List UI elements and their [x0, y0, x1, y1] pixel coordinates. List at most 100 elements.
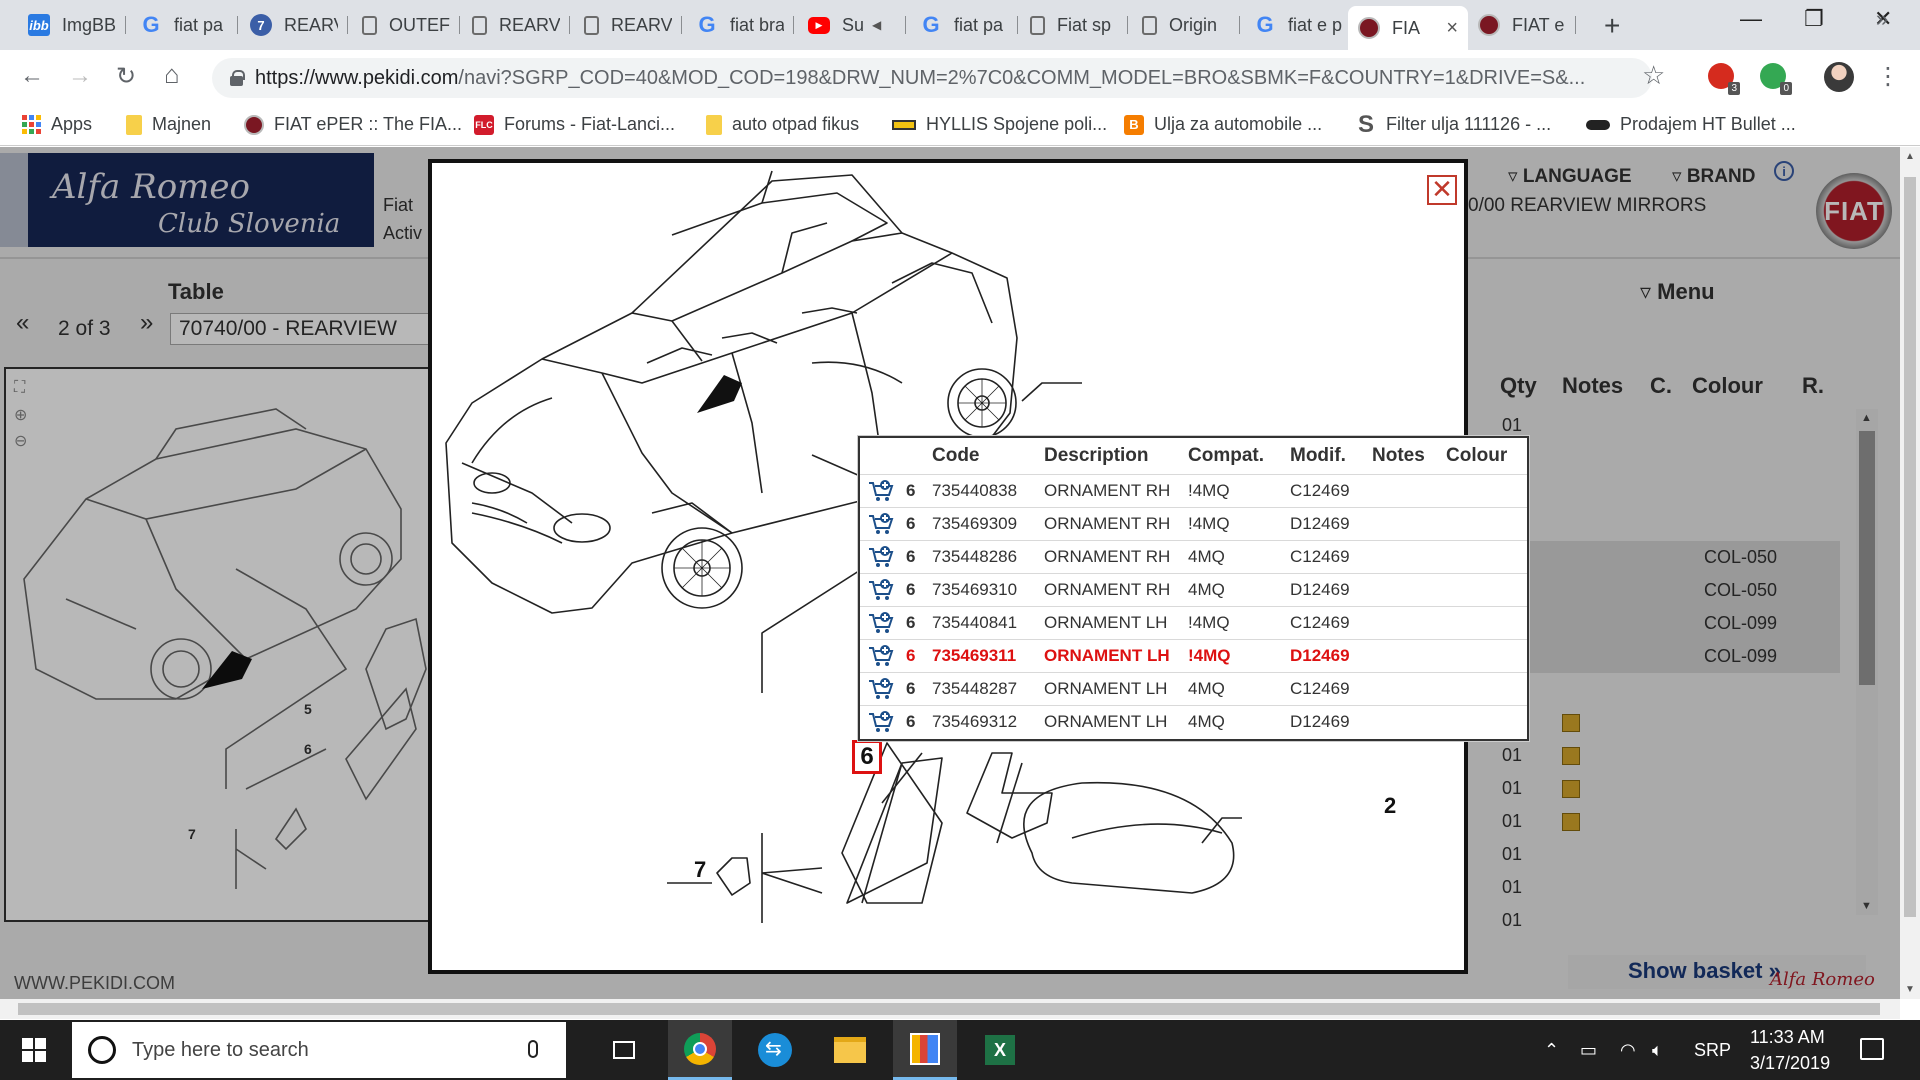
browser-tab[interactable]: 7 REARV: [240, 8, 348, 42]
part-notes: [1368, 671, 1442, 705]
add-to-basket-icon[interactable]: [864, 676, 896, 702]
address-url[interactable]: https://www.pekidi.com/navi?SGRP_COD=40&…: [255, 67, 1585, 90]
parts-row[interactable]: 6 735448286 ORNAMENT RH 4MQ C12469: [860, 539, 1527, 573]
part-description: ORNAMENT RH: [1040, 506, 1184, 540]
add-to-basket-icon[interactable]: [864, 610, 896, 636]
parts-row[interactable]: 6 735469309 ORNAMENT RH !4MQ D12469: [860, 506, 1527, 540]
taskbar-file-explorer[interactable]: [818, 1020, 882, 1080]
parts-row[interactable]: 6 735448287 ORNAMENT LH 4MQ C12469: [860, 671, 1527, 705]
parts-row[interactable]: 6 735440841 ORNAMENT LH !4MQ C12469: [860, 605, 1527, 639]
callout-7[interactable]: 7: [694, 857, 706, 883]
reload-button[interactable]: ↻: [116, 62, 136, 91]
taskbar-teamviewer[interactable]: [743, 1020, 807, 1080]
chrome-icon: [684, 1032, 716, 1065]
page-scroll-thumb[interactable]: [1904, 177, 1916, 917]
browser-tab[interactable]: Gfiat pa: [910, 8, 1018, 42]
new-tab-button[interactable]: +: [1604, 10, 1620, 42]
taskbar-search-box[interactable]: Type here to search: [72, 1022, 566, 1078]
fiat-icon: [244, 114, 264, 135]
browser-tab[interactable]: ibb ImgBB: [18, 8, 126, 42]
keyboard-language[interactable]: SRP: [1694, 1040, 1731, 1061]
tab-title: fiat bra: [730, 14, 784, 35]
browser-tab[interactable]: Gfiat bra: [686, 8, 794, 42]
google-icon: G: [142, 12, 160, 37]
bookmark-item[interactable]: Majnen: [126, 114, 211, 135]
windows-start-icon[interactable]: [22, 1038, 46, 1062]
browser-tab[interactable]: OUTEF: [352, 8, 460, 42]
bookmark-item[interactable]: auto otpad fikus: [706, 114, 859, 135]
callout-2[interactable]: 2: [1384, 793, 1396, 819]
bookmark-label: HYLLIS Spojene poli...: [926, 114, 1108, 134]
green-extension-icon[interactable]: 0: [1760, 63, 1792, 95]
bookmark-item[interactable]: FLC Forums - Fiat-Lanci...: [474, 114, 675, 135]
parts-row[interactable]: 6 735469312 ORNAMENT LH 4MQ D12469: [860, 704, 1527, 738]
browser-tab[interactable]: FIA ×: [1348, 6, 1468, 50]
bookmark-item[interactable]: S Filter ulja 111126 - ...: [1356, 110, 1551, 138]
add-to-basket-icon[interactable]: [864, 544, 896, 570]
page-vertical-scrollbar[interactable]: ▲ ▼: [1900, 147, 1920, 999]
home-button[interactable]: ⌂: [164, 59, 180, 90]
taskbar-excel[interactable]: X: [968, 1020, 1032, 1080]
add-to-basket-icon[interactable]: [864, 478, 896, 504]
parts-row[interactable]: 6 735469311 ORNAMENT LH !4MQ D12469: [860, 638, 1527, 672]
browser-tab[interactable]: Fiat sp: [1020, 8, 1128, 42]
browser-tab[interactable]: ▶ Su ◀: [798, 8, 906, 42]
page-horizontal-scrollbar[interactable]: [0, 999, 1900, 1019]
part-ref: 6: [902, 671, 928, 705]
wifi-icon[interactable]: ◠: [1620, 1040, 1636, 1061]
browser-tab[interactable]: Gfiat e p: [1244, 8, 1352, 42]
volume-icon[interactable]: 🔈︎: [1652, 1040, 1663, 1061]
task-view-button[interactable]: [592, 1020, 656, 1080]
browser-menu-icon[interactable]: ⋮: [1876, 62, 1900, 91]
browser-tab[interactable]: Gfiat pa: [130, 8, 238, 42]
clock-time[interactable]: 11:33 AM: [1750, 1027, 1825, 1048]
part-notes: [1368, 506, 1442, 540]
restore-button[interactable]: ❐: [1804, 6, 1824, 32]
bookmark-item[interactable]: Apps: [22, 114, 92, 135]
parts-row[interactable]: 6 735440838 ORNAMENT RH !4MQ C12469: [860, 473, 1527, 507]
part-colour: [1442, 572, 1527, 606]
bookmark-item[interactable]: Prodajem HT Bullet ...: [1586, 114, 1796, 135]
tab-audio-icon[interactable]: ◀: [872, 18, 881, 32]
scroll-down-icon[interactable]: ▼: [1905, 984, 1915, 995]
part-ref: 6: [902, 605, 928, 639]
page-hscroll-thumb[interactable]: [18, 1003, 1880, 1015]
close-tab-icon[interactable]: ×: [1440, 17, 1458, 40]
add-to-basket-cell: [860, 473, 902, 507]
scroll-up-icon[interactable]: ▲: [1905, 151, 1915, 162]
action-center-icon[interactable]: [1860, 1038, 1884, 1060]
bookmark-star-icon[interactable]: ☆: [1642, 60, 1665, 91]
part-code: 735448287: [928, 671, 1040, 705]
back-button[interactable]: ←: [20, 62, 44, 90]
tray-overflow-icon[interactable]: ⌃: [1544, 1040, 1559, 1061]
parts-row[interactable]: 6 735469310 ORNAMENT RH 4MQ D12469: [860, 572, 1527, 606]
add-to-basket-icon[interactable]: [864, 709, 896, 735]
bookmark-item[interactable]: FIAT ePER :: The FIA...: [244, 114, 462, 135]
callout-6-selected[interactable]: 6: [852, 740, 882, 774]
forward-button[interactable]: →: [68, 62, 92, 90]
battery-icon[interactable]: ▭: [1580, 1040, 1597, 1061]
s-icon: S: [1357, 110, 1374, 138]
browser-tab[interactable]: REARV: [574, 8, 682, 42]
adblock-extension-icon[interactable]: 3: [1708, 63, 1740, 95]
browser-tab[interactable]: FIAT e: [1468, 8, 1576, 42]
add-to-basket-icon[interactable]: [864, 511, 896, 537]
add-to-basket-icon[interactable]: [864, 577, 896, 603]
bookmark-item[interactable]: HYLLIS Spojene poli...: [892, 114, 1107, 135]
modal-close-button[interactable]: ✕: [1427, 175, 1457, 205]
bookmark-item[interactable]: B Ulja za automobile ...: [1124, 114, 1322, 135]
profile-avatar[interactable]: [1824, 62, 1854, 92]
part-code: 735448286: [928, 539, 1040, 573]
tab-separator: [347, 16, 348, 34]
taskbar-chrome[interactable]: [668, 1020, 732, 1080]
address-bar[interactable]: https://www.pekidi.com/navi?SGRP_COD=40&…: [212, 58, 1652, 98]
browser-tab[interactable]: REARV: [462, 8, 570, 42]
clock-date[interactable]: 3/17/2019: [1750, 1053, 1830, 1074]
taskbar-paint[interactable]: [893, 1020, 957, 1080]
add-to-basket-icon[interactable]: [864, 643, 896, 669]
taskbar-search-placeholder: Type here to search: [132, 1039, 309, 1061]
minimize-button[interactable]: —: [1740, 6, 1762, 32]
bookmarks-overflow-button[interactable]: »: [1876, 6, 1888, 32]
browser-tab[interactable]: Origin: [1132, 8, 1240, 42]
microphone-icon[interactable]: [528, 1040, 538, 1058]
